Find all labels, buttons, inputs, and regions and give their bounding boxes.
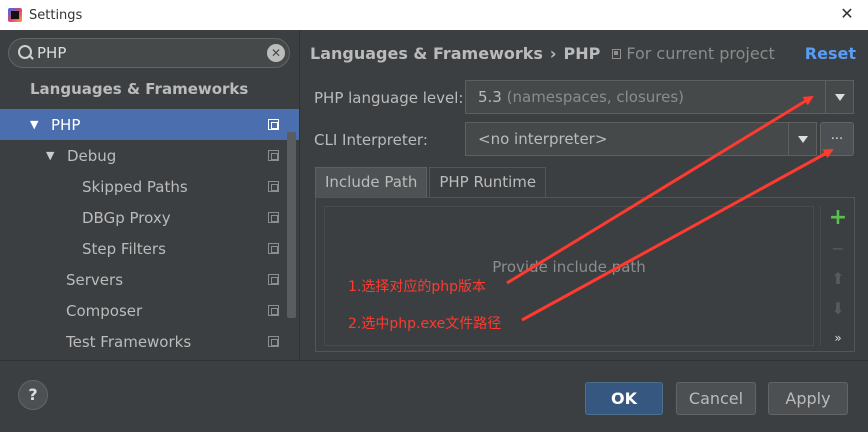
cli-interpreter-value: <no interpreter> (478, 130, 608, 148)
apply-button[interactable]: Apply (768, 382, 848, 415)
tree-item-label: Test Frameworks (66, 332, 192, 351)
tree-item-debug[interactable]: ▼ Debug (0, 140, 299, 171)
language-level-dropdown[interactable]: 5.3 (namespaces, closures) (465, 80, 854, 114)
dialog-footer: ? OK Cancel Apply (0, 360, 868, 432)
sidebar-section-title: Languages & Frameworks (30, 80, 249, 98)
include-tabs: Include Path PHP Runtime (315, 167, 547, 197)
tree-item-servers[interactable]: Servers (0, 264, 299, 295)
breadcrumb: Languages & Frameworks › PHP For current… (310, 44, 775, 63)
language-level-version: 5.3 (478, 88, 502, 106)
tree-item-skipped-paths[interactable]: Skipped Paths (0, 171, 299, 202)
settings-search: ✕ (8, 38, 290, 68)
breadcrumb-parent: Languages & Frameworks (310, 44, 543, 63)
empty-list-text: Provide include path (492, 258, 646, 276)
clear-search-icon[interactable]: ✕ (267, 44, 285, 62)
sidebar-scrollbar[interactable] (287, 132, 296, 318)
help-icon[interactable]: ? (18, 380, 48, 410)
tree-item-php[interactable]: ▼ PHP (0, 109, 299, 140)
more-actions-icon[interactable]: » (821, 326, 855, 350)
project-scope-icon (268, 212, 279, 223)
phpstorm-app-icon (8, 8, 22, 22)
project-scope-icon (612, 48, 622, 59)
annotation-note-1: 1.选择对应的php版本 (348, 279, 487, 295)
settings-content: Languages & Frameworks › PHP For current… (299, 30, 868, 360)
tab-php-runtime[interactable]: PHP Runtime (429, 167, 547, 197)
tree-item-label: DBGp Proxy (82, 208, 171, 227)
tree-item-label: PHP (51, 115, 81, 134)
breadcrumb-separator: › (549, 44, 557, 63)
remove-icon[interactable]: − (821, 237, 855, 261)
chevron-down-icon[interactable] (788, 123, 816, 155)
project-scope-icon (268, 150, 279, 161)
tree-item-label: Servers (66, 270, 124, 289)
tree-item-step-filters[interactable]: Step Filters (0, 233, 299, 264)
settings-sidebar: ✕ Languages & Frameworks ▼ PHP ▼ Debug S… (0, 30, 299, 360)
include-path-toolbar: + − ⬆ ⬇ » (820, 206, 854, 346)
close-icon[interactable]: ✕ (838, 5, 856, 23)
move-down-icon[interactable]: ⬇ (821, 297, 855, 321)
ok-button[interactable]: OK (585, 382, 663, 415)
tree-item-composer[interactable]: Composer (0, 295, 299, 326)
expanded-arrow-icon: ▼ (30, 118, 39, 131)
tab-include-path[interactable]: Include Path (315, 167, 428, 197)
add-icon[interactable]: + (821, 206, 855, 230)
project-scope-icon (268, 119, 279, 130)
tree-item-label: Step Filters (82, 239, 166, 258)
tree-item-label: Composer (66, 301, 143, 320)
project-scope-icon (268, 243, 279, 254)
project-scope-icon (268, 181, 279, 192)
search-icon (17, 44, 35, 62)
expanded-arrow-icon: ▼ (46, 149, 55, 162)
language-level-hint: (namespaces, closures) (506, 88, 685, 106)
annotation-note-2: 2.选中php.exe文件路径 (348, 316, 502, 332)
project-scope-icon (268, 305, 279, 316)
search-input[interactable] (37, 44, 257, 62)
tree-item-test-frameworks[interactable]: Test Frameworks (0, 326, 299, 357)
breadcrumb-current: PHP (563, 44, 601, 63)
project-scope-icon (268, 336, 279, 347)
language-level-value: 5.3 (namespaces, closures) (478, 88, 684, 106)
project-scope-icon (268, 274, 279, 285)
cli-interpreter-dropdown[interactable]: <no interpreter> (465, 122, 817, 156)
title-bar: Settings ✕ (0, 0, 868, 30)
tree-item-label: Debug (67, 146, 117, 165)
chevron-down-icon[interactable] (825, 81, 853, 113)
tree-item-dbgp-proxy[interactable]: DBGp Proxy (0, 202, 299, 233)
tree-item-label: Skipped Paths (82, 177, 188, 196)
scope-label: For current project (626, 44, 775, 63)
reset-link[interactable]: Reset (805, 44, 856, 63)
window-title: Settings (29, 7, 83, 23)
move-up-icon[interactable]: ⬆ (821, 267, 855, 291)
cancel-button[interactable]: Cancel (676, 382, 756, 415)
browse-interpreter-button[interactable]: ... (820, 122, 854, 156)
language-level-label: PHP language level: (314, 89, 464, 107)
settings-tree: ▼ PHP ▼ Debug Skipped Paths DBGp Proxy S… (0, 109, 299, 357)
cli-interpreter-label: CLI Interpreter: (314, 131, 428, 149)
